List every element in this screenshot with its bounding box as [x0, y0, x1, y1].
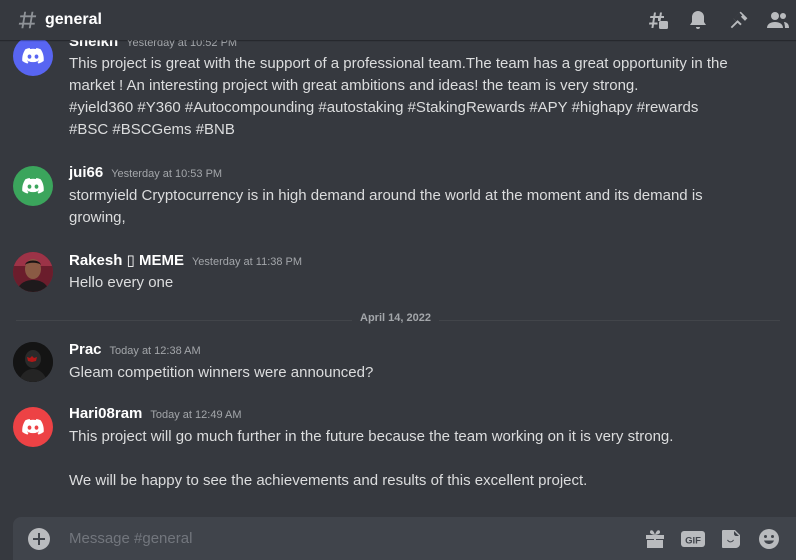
gif-icon[interactable]: GIF	[680, 526, 706, 552]
avatar[interactable]	[13, 166, 53, 206]
avatar[interactable]	[13, 342, 53, 382]
hashtag-icon	[16, 9, 38, 31]
channel-header: general	[0, 0, 796, 40]
gif-label: GIF	[685, 536, 701, 547]
date-divider-label: April 14, 2022	[352, 312, 439, 324]
emoji-icon[interactable]	[756, 526, 782, 552]
discord-logo-icon	[22, 178, 44, 194]
avatar[interactable]	[13, 40, 53, 76]
message-content: This project will go much further in the…	[69, 428, 674, 489]
message-composer: GIF	[13, 517, 796, 560]
message-content: This project is great with the support o…	[69, 55, 728, 138]
header-toolbar	[630, 0, 796, 40]
message-author[interactable]: Hari08ram	[69, 405, 142, 422]
message-content: Hello every one	[69, 274, 174, 291]
message-list: Sheikh Yesterday at 10:52 PM This projec…	[0, 40, 796, 516]
user-photo-icon	[13, 342, 53, 382]
avatar[interactable]	[13, 407, 53, 447]
message-timestamp[interactable]: Yesterday at 10:52 PM	[126, 40, 237, 49]
channel-title: general	[45, 11, 102, 28]
members-icon[interactable]	[766, 8, 790, 32]
discord-logo-icon	[22, 48, 44, 64]
bell-icon[interactable]	[686, 8, 710, 32]
message-input[interactable]	[69, 527, 569, 549]
message-timestamp[interactable]: Today at 12:38 AM	[110, 345, 201, 357]
avatar[interactable]	[13, 252, 53, 292]
sticker-icon[interactable]	[718, 526, 744, 552]
message-timestamp[interactable]: Yesterday at 10:53 PM	[111, 168, 222, 180]
add-attachment-icon[interactable]	[28, 528, 50, 550]
message-author[interactable]: Rakesh ▯ MEME	[69, 251, 184, 269]
pin-icon[interactable]	[726, 8, 750, 32]
message-author[interactable]: Sheikh	[69, 40, 118, 50]
threads-icon[interactable]	[646, 8, 670, 32]
user-photo-icon	[13, 252, 53, 292]
composer-toolbar: GIF	[630, 526, 782, 552]
discord-logo-icon	[22, 419, 44, 435]
message-author[interactable]: Prac	[69, 341, 102, 358]
gift-icon[interactable]	[642, 526, 668, 552]
message-content: Gleam competition winners were announced…	[69, 364, 374, 381]
message-timestamp[interactable]: Today at 12:49 AM	[150, 409, 241, 421]
message-timestamp[interactable]: Yesterday at 11:38 PM	[192, 256, 302, 268]
message-content: stormyield Cryptocurrency is in high dem…	[69, 187, 707, 226]
message-author[interactable]: jui66	[69, 164, 103, 181]
